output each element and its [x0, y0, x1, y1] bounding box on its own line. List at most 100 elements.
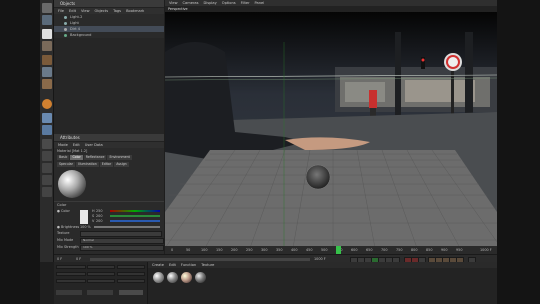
menu-panel[interactable]: Panel	[255, 0, 265, 6]
rotate-tool-icon[interactable]	[42, 29, 52, 39]
timeline[interactable]: 0501001502002503003504004505005506006507…	[165, 246, 497, 254]
timeline-tick-label: 300	[261, 248, 268, 252]
tab-environment[interactable]: Environment	[107, 155, 132, 160]
color-swatch[interactable]	[80, 210, 88, 224]
current-frame[interactable]: 0 F	[57, 257, 62, 261]
coord-x-rot[interactable]	[117, 265, 145, 269]
sphere-object[interactable]	[305, 164, 331, 190]
camera-tool-icon[interactable]	[42, 125, 52, 135]
objects-empty-area	[54, 38, 164, 134]
texture-section: Texture Mix Mode Normal Mix Strength 100…	[54, 230, 164, 256]
material-swatch[interactable]	[167, 272, 178, 283]
max-frame[interactable]: 1000 F	[314, 257, 326, 261]
sculpt-tool-icon[interactable]	[42, 187, 52, 197]
coord-x-pos[interactable]	[56, 265, 86, 269]
axis-tool-icon[interactable]	[42, 67, 52, 77]
mix-strength-label: Mix Strength	[57, 245, 79, 249]
menu-edit[interactable]: Edit	[169, 262, 176, 268]
light-icon	[64, 21, 67, 25]
light-icon	[64, 15, 67, 19]
menu-filter[interactable]: Filter	[241, 0, 250, 6]
size-mode-dropdown[interactable]	[87, 290, 113, 295]
timeline-tick-label: 750	[396, 248, 403, 252]
timeline-end-frame: 1000 F	[480, 248, 492, 252]
objects-panel-title: Objects	[54, 0, 164, 8]
channel-h-value[interactable]: 250	[96, 209, 102, 213]
scale-tool-icon[interactable]	[42, 15, 52, 25]
bottom-area: Create Edit Function Texture	[54, 262, 497, 304]
coord-z-size[interactable]	[87, 279, 115, 283]
apply-button[interactable]	[119, 290, 143, 295]
coord-y-size[interactable]	[87, 272, 115, 276]
menu-edit[interactable]: Edit	[73, 142, 80, 148]
timeline-tick-label: 800	[411, 248, 418, 252]
menu-mode[interactable]: Mode	[58, 142, 68, 148]
brightness-value[interactable]: 100 %	[80, 225, 91, 229]
tab-color[interactable]: Color	[70, 155, 83, 160]
frame-range-slider[interactable]	[90, 258, 310, 261]
timeline-tick-label: 350	[276, 248, 283, 252]
person-figure	[369, 90, 377, 108]
timeline-tick-label: 200	[231, 248, 238, 252]
timeline-tick-label: 950	[456, 248, 463, 252]
coordinates-panel	[54, 262, 148, 304]
menu-bookmark[interactable]: Bookmark	[126, 8, 144, 14]
material-swatch[interactable]	[153, 272, 164, 283]
mix-strength-field[interactable]: 100 %	[80, 245, 164, 251]
channel-h-slider[interactable]	[110, 210, 160, 212]
coord-y-rot[interactable]	[117, 272, 145, 276]
menu-display[interactable]: Display	[204, 0, 217, 6]
min-frame[interactable]: 0 F	[76, 257, 81, 261]
material-manager: Create Edit Function Texture	[148, 262, 497, 304]
menu-file[interactable]: File	[58, 8, 64, 14]
menu-tags[interactable]: Tags	[113, 8, 121, 14]
floor-grid	[165, 149, 497, 248]
coord-z-pos[interactable]	[56, 279, 86, 283]
mix-mode-select[interactable]: Normal	[80, 238, 164, 244]
coord-y-pos[interactable]	[56, 272, 86, 276]
material-swatch[interactable]	[195, 272, 206, 283]
object-mode-dropdown[interactable]	[56, 290, 82, 295]
move-tool-icon[interactable]	[42, 3, 52, 13]
lights-tool-icon[interactable]	[42, 113, 52, 123]
timeline-tick-label: 600	[351, 248, 358, 252]
spline-tool-icon[interactable]	[42, 175, 52, 185]
tab-basic[interactable]: Basic	[57, 155, 70, 160]
deform-tool-icon[interactable]	[42, 163, 52, 173]
viewport[interactable]: View Cameras Display Options Filter Pane…	[165, 0, 497, 262]
timeline-tick-label: 100	[201, 248, 208, 252]
timeline-tick-label: 850	[426, 248, 433, 252]
attributes-panel-title: Attributes	[54, 134, 164, 142]
viewport-scene[interactable]	[165, 12, 497, 248]
menu-objects[interactable]: Objects	[95, 8, 109, 14]
menu-texture[interactable]: Texture	[201, 262, 214, 268]
timeline-tick-label: 50	[186, 248, 191, 252]
brightness-slider[interactable]	[94, 226, 160, 228]
material-preview-area	[54, 167, 164, 201]
menu-options[interactable]: Options	[222, 0, 236, 6]
render-tool-icon[interactable]	[42, 139, 52, 149]
timeline-playhead[interactable]	[336, 246, 341, 254]
channel-v-value[interactable]: 200	[96, 219, 102, 223]
coord-z-rot[interactable]	[117, 279, 145, 283]
menu-function[interactable]: Function	[181, 262, 196, 268]
tab-reflectance[interactable]: Reflectance	[83, 155, 107, 160]
channel-v-slider[interactable]	[110, 220, 160, 222]
timeline-tick-label: 700	[381, 248, 388, 252]
menu-user-data[interactable]: User Data	[85, 142, 103, 148]
object-tool-icon[interactable]	[42, 79, 52, 89]
sphere-tool-icon[interactable]	[42, 99, 52, 109]
texture-tool-icon[interactable]	[42, 55, 52, 65]
menu-create[interactable]: Create	[152, 262, 164, 268]
select-tool-icon[interactable]	[42, 41, 52, 51]
coord-x-size[interactable]	[87, 265, 115, 269]
material-swatch[interactable]	[181, 272, 192, 283]
timeline-tick-label: 400	[291, 248, 298, 252]
timeline-tick-label: 650	[366, 248, 373, 252]
channel-s-slider[interactable]	[110, 215, 160, 217]
texture-field[interactable]	[80, 231, 162, 237]
channel-h-label: H	[92, 209, 95, 213]
channel-s-value[interactable]: 200	[96, 214, 102, 218]
render-region-tool-icon[interactable]	[42, 151, 52, 161]
right-panel	[497, 0, 540, 304]
